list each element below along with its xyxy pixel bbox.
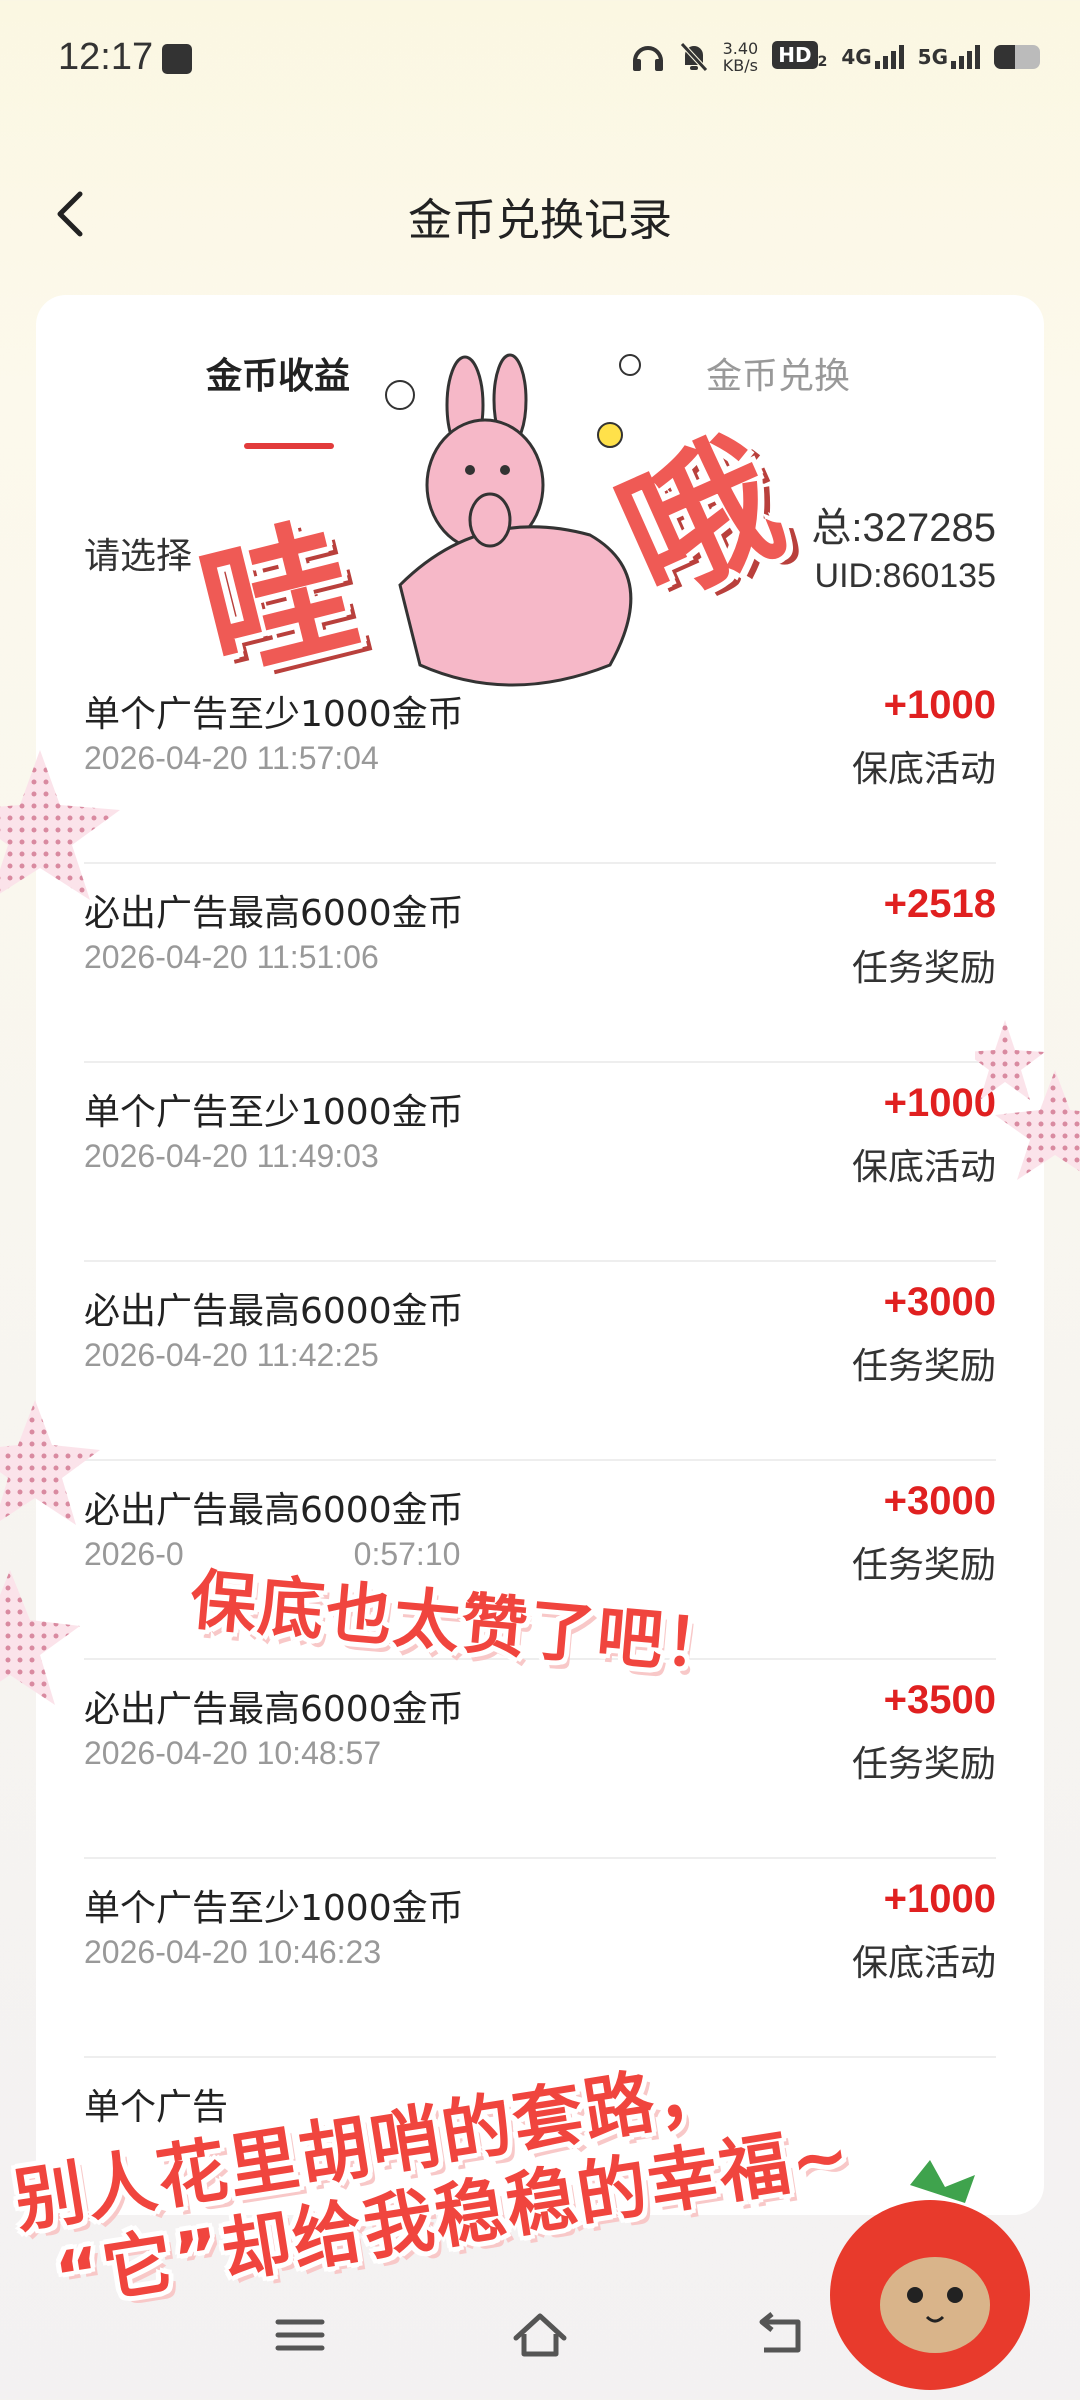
user-uid: UID:860135 <box>814 557 996 595</box>
record-amount: +3500 <box>883 1678 996 1722</box>
sim-card-icon <box>162 44 192 74</box>
star-decoration <box>975 1020 1080 1180</box>
tab-coin-earnings[interactable]: 金币收益 <box>206 347 350 399</box>
list-item: 必出广告最高6000金币 2026-04-20 11:51:06 +2518 任… <box>84 864 996 1063</box>
record-title: 必出广告最高6000金币 <box>84 1291 464 1332</box>
record-amount: +1000 <box>883 1877 996 1921</box>
record-type: 保底活动 <box>851 749 996 790</box>
record-title: 单个广告至少1000金币 <box>84 1888 464 1929</box>
record-title: 必出广告最高6000金币 <box>84 1490 464 1531</box>
filter-select[interactable]: 请选择 <box>84 527 192 579</box>
status-icons: 3.40 KB/s HD 2 4G 5G <box>631 40 1040 74</box>
tab-coin-exchange[interactable]: 金币兑换 <box>706 347 850 399</box>
page-header: 金币兑换记录 <box>0 170 1080 260</box>
record-list: 单个广告至少1000金币 2026-04-20 11:57:04 +1000 保… <box>84 665 996 2255</box>
menu-icon[interactable] <box>270 2310 330 2360</box>
mute-bell-icon <box>679 42 708 72</box>
net-speed: 3.40 KB/s <box>723 40 759 74</box>
record-amount: +1000 <box>883 683 996 727</box>
record-type: 任务奖励 <box>851 1744 996 1785</box>
page-title: 金币兑换记录 <box>408 195 672 246</box>
record-type: 保底活动 <box>851 1943 996 1984</box>
battery-level <box>994 45 1015 69</box>
headphones-icon <box>632 46 663 71</box>
record-type: 任务奖励 <box>851 948 996 989</box>
home-icon[interactable] <box>510 2310 570 2360</box>
net-speed-unit: KB/s <box>722 56 758 75</box>
list-item: 必出广告最高6000金币 2026-04-20 11:42:25 +3000 任… <box>84 1262 996 1461</box>
record-amount: +3000 <box>883 1280 996 1324</box>
signal-4g: 4G <box>841 45 904 69</box>
star-decoration <box>0 750 120 900</box>
tomato-cat-sticker <box>830 2160 1030 2390</box>
record-title: 单个广告至少1000金币 <box>84 1092 464 1133</box>
record-time: 2026-04-20 10:46:23 <box>84 1934 382 1970</box>
list-item: 必出广告最高6000金币 2026-04-20 10:48:57 +3500 任… <box>84 1660 996 1859</box>
record-amount: +3000 <box>883 1479 996 1523</box>
record-title: 必出广告最高6000金币 <box>84 893 464 934</box>
record-type: 任务奖励 <box>851 1545 996 1586</box>
battery-icon <box>994 45 1040 69</box>
coin-total: 总:327285 <box>811 506 996 550</box>
record-time: 2026-04-20 10:48:57 <box>84 1735 382 1771</box>
record-type: 任务奖励 <box>851 1346 996 1387</box>
list-item: 单个广告至少1000金币 2026-04-20 10:46:23 +1000 保… <box>84 1859 996 2058</box>
signal-5g: 5G <box>918 45 980 69</box>
hd-badge: HD 2 <box>772 41 827 71</box>
status-bar: 12:17 3.40 KB/s HD 2 4G 5G <box>0 0 1080 120</box>
record-amount: +2518 <box>883 882 996 926</box>
back-icon[interactable] <box>750 2310 810 2360</box>
record-time: 2026-04-20 11:51:06 <box>84 939 379 975</box>
star-decoration <box>0 1400 100 1705</box>
record-time: 2026-04-20 11:49:03 <box>84 1138 379 1174</box>
list-item: 单个广告至少1000金币 2026-04-20 11:49:03 +1000 保… <box>84 1063 996 1262</box>
record-title: 必出广告最高6000金币 <box>84 1689 464 1730</box>
tab-indicator <box>244 443 334 449</box>
status-time: 12:17 <box>58 36 154 78</box>
record-time: 2026-04-20 11:42:25 <box>84 1337 379 1373</box>
